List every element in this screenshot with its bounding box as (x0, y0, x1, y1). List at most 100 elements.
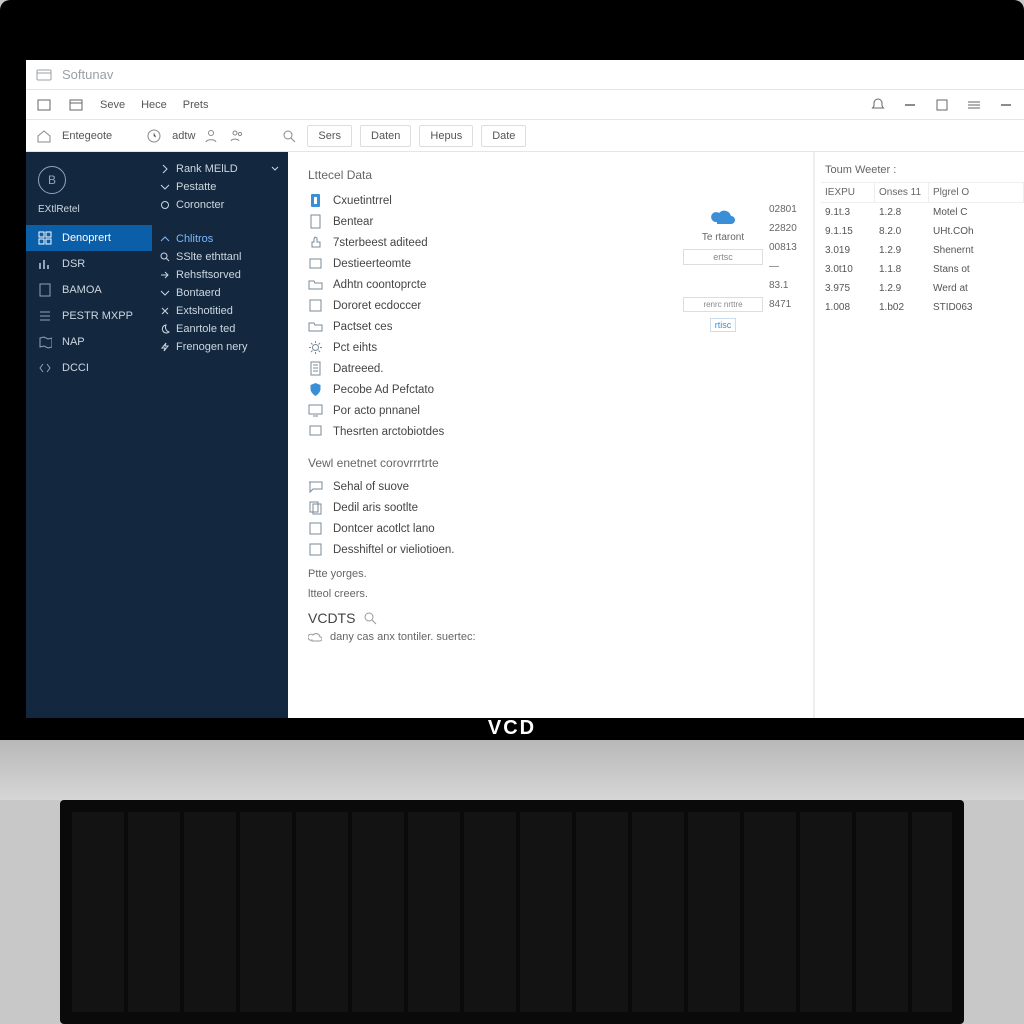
table-row[interactable]: 9.1t.31.2.8Motel C (821, 203, 1024, 222)
tree-item[interactable]: Frenogen nery (158, 338, 282, 356)
cell: Shenernt (929, 241, 1024, 260)
col-header[interactable]: Onses 11 (875, 183, 929, 202)
box2-icon (308, 298, 323, 313)
list-item[interactable]: Pecobe Ad Pefctato (308, 379, 659, 400)
menu-item[interactable]: Hece (141, 99, 167, 111)
table-row[interactable]: 3.9751.2.9Werd at (821, 279, 1024, 298)
nav-label: PESTR MXPP (62, 310, 133, 322)
bell-icon[interactable] (870, 97, 886, 113)
list-item[interactable]: Dororet ecdoccer (308, 295, 659, 316)
list-item[interactable]: Por acto pnnanel (308, 400, 659, 421)
list-label: Datreeed. (333, 363, 384, 375)
menu-item[interactable]: Prets (183, 99, 209, 111)
toolbar: Entegeote adtw Sers Daten Hepus Date (26, 120, 1024, 152)
tree-item[interactable]: Extshotitied (158, 302, 282, 320)
table-row[interactable]: 1.0081.b02STID063 (821, 298, 1024, 317)
calendar-icon[interactable] (68, 97, 84, 113)
table-row[interactable]: 3.0191.2.9Shenernt (821, 241, 1024, 260)
clock-icon[interactable] (146, 128, 162, 144)
moon-icon (160, 324, 170, 334)
tab[interactable]: Date (481, 125, 526, 147)
toolbar-label[interactable]: Entegeote (62, 130, 112, 142)
tree-item[interactable]: Pestatte (158, 178, 282, 196)
doc-icon (308, 214, 323, 229)
chevron-right-icon (160, 164, 170, 174)
square2-icon (308, 542, 323, 557)
list-item[interactable]: 7sterbeest aditeed (308, 232, 659, 253)
search-icon[interactable] (281, 128, 297, 144)
list-label: Dontcer acotlct lano (333, 523, 435, 535)
list-label: Dedil aris sootlte (333, 502, 418, 514)
doc-icon (38, 283, 52, 297)
list-item[interactable]: Pactset ces (308, 316, 659, 337)
tree-item[interactable]: Coroncter (158, 196, 282, 214)
chat-icon (308, 479, 323, 494)
table-row[interactable]: 3.0t101.1.8Stans ot (821, 260, 1024, 279)
app-icon (36, 67, 52, 83)
tab[interactable]: Daten (360, 125, 411, 147)
list-item[interactable]: Cxuetintrrel (308, 190, 659, 211)
tree-item[interactable]: Bontaerd (158, 284, 282, 302)
tree-item[interactable]: Eanrtole ted (158, 320, 282, 338)
list-label: 7sterbeest aditeed (333, 237, 428, 249)
user-icon[interactable] (203, 128, 219, 144)
grid-icon (38, 231, 52, 245)
nav-item[interactable]: DCCI (26, 355, 152, 381)
list-item[interactable]: Bentear (308, 211, 659, 232)
col-header[interactable]: Plgrel O (929, 183, 1024, 202)
settings-icon[interactable] (966, 97, 982, 113)
col-header[interactable]: IEXPU (821, 183, 875, 202)
list-label: Thesrten arctobiotdes (333, 426, 444, 438)
list-label: Pct eihts (333, 342, 377, 354)
list-item[interactable]: Adhtn coontoprcte (308, 274, 659, 295)
search-icon[interactable] (363, 611, 377, 625)
toolbar-label[interactable]: adtw (172, 130, 195, 142)
tree-item[interactable]: SSlte ethttanl (158, 248, 282, 266)
tree-item[interactable]: Chlitros (158, 230, 282, 248)
list-item[interactable]: Thesrten arctobiotdes (308, 421, 659, 442)
gear-icon (308, 340, 323, 355)
list-label: Sehal of suove (333, 481, 409, 493)
nav-item[interactable]: PESTR MXPP (26, 303, 152, 329)
sidebar-nav: B EXtlRetel Denoprert DSR BAMOA (26, 152, 152, 718)
nav-item[interactable]: Denoprert (26, 225, 152, 251)
content-list: Cxuetintrrel Bentear 7sterbeest aditeed … (308, 190, 659, 442)
table-row[interactable]: 9.1.158.2.0UHt.COh (821, 222, 1024, 241)
minimize2-icon[interactable] (998, 97, 1014, 113)
maximize-icon[interactable] (934, 97, 950, 113)
tree-label: Rehsftsorved (176, 269, 241, 281)
tree-label: Pestatte (176, 181, 216, 193)
minimize-icon[interactable] (902, 97, 918, 113)
square-icon (308, 521, 323, 536)
list-item[interactable]: Destieerteomte (308, 253, 659, 274)
list-item[interactable]: Pct eihts (308, 337, 659, 358)
tab[interactable]: Hepus (419, 125, 473, 147)
tab[interactable]: Sers (307, 125, 352, 147)
page-icon (308, 361, 323, 376)
org-name: EXtlRetel (26, 200, 152, 225)
list-item[interactable]: Dedil aris sootlte (308, 497, 659, 518)
nav-item[interactable]: BAMOA (26, 277, 152, 303)
id-cell: 8471 (767, 295, 813, 314)
menu-item[interactable]: Seve (100, 99, 125, 111)
mid-tag[interactable]: rtisc (710, 318, 737, 332)
window-icon[interactable] (36, 97, 52, 113)
cell: 1.008 (821, 298, 875, 317)
nav-label: DCCI (62, 362, 89, 374)
list-item[interactable]: Sehal of suove (308, 476, 659, 497)
home-icon[interactable] (36, 128, 52, 144)
tree-item[interactable]: Rank MElLD (158, 160, 282, 178)
mid-box: renrc nrttre (683, 297, 763, 312)
list-item[interactable]: Dontcer acotlct lano (308, 518, 659, 539)
list-item[interactable]: Datreeed. (308, 358, 659, 379)
list-item[interactable]: Desshiftel or vieliotioen. (308, 539, 659, 560)
tree-label: Eanrtole ted (176, 323, 235, 335)
nav-item[interactable]: NAP (26, 329, 152, 355)
list-label: Por acto pnnanel (333, 405, 420, 417)
cell: 9.1t.3 (821, 203, 875, 222)
rpanel-head: IEXPU Onses 11 Plgrel O (821, 182, 1024, 203)
nav-item[interactable]: DSR (26, 251, 152, 277)
monitor-icon (308, 403, 323, 418)
users-icon[interactable] (229, 128, 245, 144)
tree-item[interactable]: Rehsftsorved (158, 266, 282, 284)
